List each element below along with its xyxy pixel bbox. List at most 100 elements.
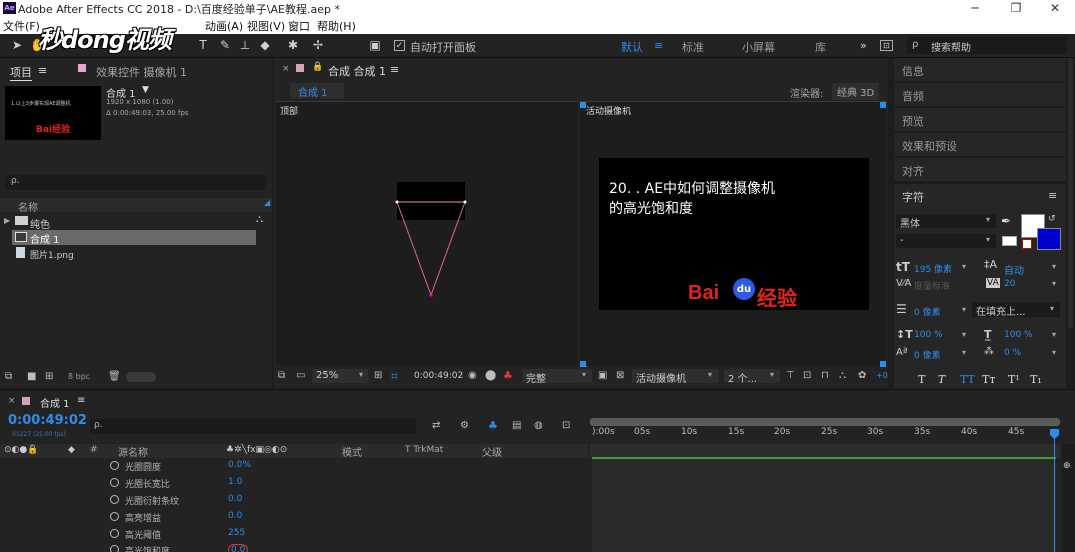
panel-preview[interactable]: 预览 <box>894 108 1066 131</box>
pixel-aspect-icon[interactable]: ⊤ <box>786 370 795 381</box>
col-parent[interactable]: 父级 <box>482 444 502 459</box>
list-item-selected[interactable]: 合成 1 <box>12 230 256 246</box>
eyedropper-icon[interactable]: ✒ <box>1001 214 1011 228</box>
tab-project[interactable]: 项目 <box>10 64 32 81</box>
reset-exposure-icon[interactable]: ⊡ <box>803 370 811 381</box>
prop-value[interactable]: 255 <box>228 528 245 538</box>
region-of-interest-icon[interactable]: ⌗ <box>391 369 398 384</box>
stroke-width-chevron-icon[interactable]: ▾ <box>962 305 966 314</box>
right-scrollbar[interactable] <box>1068 58 1073 328</box>
shy-layers-icon[interactable]: ♣ <box>488 419 498 432</box>
camera-chevron-icon[interactable]: ▾ <box>708 370 712 379</box>
tab-composition[interactable]: 合成 合成 1 <box>328 63 386 79</box>
playhead-handle[interactable] <box>1050 429 1059 439</box>
type-tool-icon[interactable]: T <box>196 38 210 52</box>
snapshot-icon[interactable]: ◉ <box>468 370 477 381</box>
font-style-chevron-icon[interactable]: ▾ <box>986 235 990 244</box>
layer-bar-area[interactable] <box>592 459 1056 552</box>
time-ruler[interactable] <box>590 444 1060 458</box>
project-search-input[interactable]: ρ. <box>5 175 266 190</box>
help-search-input[interactable]: 搜索帮助 <box>931 39 971 54</box>
prop-value[interactable]: 0.0 <box>228 511 242 521</box>
top-view[interactable]: 顶部 <box>276 101 587 367</box>
panel-effects-presets[interactable]: 效果和预设 <box>894 133 1066 156</box>
color-channel-icon[interactable]: ♣ <box>503 369 513 382</box>
camera-wireframe[interactable] <box>276 102 578 367</box>
timeline-menu-icon[interactable]: ≡ <box>77 395 85 406</box>
menu-view[interactable]: 视图(V) <box>247 18 285 34</box>
flowchart-viewer-icon[interactable]: ⛬ <box>839 370 846 381</box>
stopwatch-icon[interactable] <box>110 461 119 470</box>
comp-panel-menu-icon[interactable]: ≡ <box>390 63 399 76</box>
workspace-default[interactable]: 默认 <box>621 39 643 55</box>
close-timeline-tab-icon[interactable]: × <box>8 396 16 406</box>
lock-icon[interactable]: 🔒 <box>312 62 323 72</box>
playhead-line[interactable] <box>1054 431 1055 552</box>
workspace-small-screen[interactable]: 小屏幕 <box>742 39 775 55</box>
horizontal-scale-chevron-icon[interactable]: ▾ <box>1052 330 1056 339</box>
roto-brush-icon[interactable]: ✱ <box>286 38 300 52</box>
baseline-shift-chevron-icon[interactable]: ▾ <box>962 348 966 357</box>
panel-audio[interactable]: 音频 <box>894 83 1066 106</box>
leading-value[interactable]: 自动 <box>1004 262 1024 277</box>
prop-value[interactable]: 0.0% <box>228 460 251 470</box>
close-button[interactable]: ✕ <box>1035 0 1075 16</box>
brush-tool-icon[interactable]: ✎ <box>218 38 232 52</box>
zoom-chevron-icon[interactable]: ▾ <box>359 370 363 379</box>
bpc-label[interactable]: 8 bpc <box>68 372 90 381</box>
eraser-tool-icon[interactable]: ◆ <box>258 38 272 52</box>
work-area-bar[interactable] <box>590 418 1060 426</box>
no-fill-swatch[interactable] <box>1002 236 1017 246</box>
exposure-value-icon[interactable]: +0 <box>876 371 888 380</box>
zoom-out-icon[interactable]: ⊕ <box>1063 461 1071 471</box>
list-item[interactable]: 图片1.png <box>12 246 256 261</box>
close-tab-icon[interactable]: × <box>282 64 290 74</box>
tsume-chevron-icon[interactable]: ▾ <box>1052 348 1056 357</box>
timeline-search-input[interactable]: ρ. <box>90 419 416 434</box>
subscript-button[interactable]: T₁ <box>1030 373 1042 386</box>
comp-mini-flowchart-icon[interactable]: ⇄ <box>432 420 440 431</box>
menu-help[interactable]: 帮助(H) <box>317 18 356 34</box>
interpret-footage-icon[interactable]: ⧉ <box>5 371 12 382</box>
selection-tool-icon[interactable]: ➤ <box>10 38 24 52</box>
no-stroke-swatch[interactable] <box>1022 239 1032 249</box>
tab-timeline-comp[interactable]: 合成 1 <box>40 395 70 410</box>
resolution-icon[interactable]: ⊞ <box>374 370 382 381</box>
menu-window[interactable]: 窗口 <box>288 18 310 34</box>
col-mode[interactable]: 模式 <box>342 444 362 459</box>
faux-bold-button[interactable]: T <box>918 373 925 386</box>
panel-align[interactable]: 对齐 <box>894 158 1066 181</box>
menu-animation[interactable]: 动画(A) <box>205 18 243 34</box>
workspace-library[interactable]: 库 <box>815 39 826 55</box>
stroke-width-value[interactable]: 0 像素 <box>914 305 941 318</box>
tab-effect-controls[interactable]: 效果控件 摄像机 1 <box>96 64 187 80</box>
viewer-timecode[interactable]: 0:00:49:02 <box>414 371 463 381</box>
comp-dropdown-icon[interactable]: ▼ <box>142 85 149 95</box>
fast-preview-icon[interactable]: ▣ <box>598 370 607 381</box>
workspace-menu-icon[interactable]: ≡ <box>654 39 663 52</box>
trash-icon[interactable]: 🗑 <box>108 371 121 382</box>
stopwatch-icon[interactable] <box>110 545 119 552</box>
more-workspaces-button[interactable]: » <box>860 39 867 52</box>
show-snapshot-icon[interactable]: ⬤ <box>485 370 496 381</box>
swap-colors-icon[interactable]: ↺ <box>1048 214 1056 224</box>
expand-icon[interactable]: ▶ <box>4 216 10 225</box>
active-camera-view[interactable]: 活动摄像机 20. . AE中如何调整摄像机 的高光饱和度 Bai du 经验 <box>580 101 886 367</box>
col-trkmat[interactable]: T TrkMat <box>405 445 443 455</box>
puppet-pin-icon[interactable]: ✢ <box>311 38 325 52</box>
new-folder-icon[interactable]: ■ <box>27 371 36 382</box>
leading-chevron-icon[interactable]: ▾ <box>1052 262 1056 271</box>
flowchart-icon[interactable]: ⛬ <box>256 214 263 225</box>
baseline-shift-value[interactable]: 0 像素 <box>914 348 941 361</box>
minimize-button[interactable]: ─ <box>955 0 995 16</box>
transparency-grid-icon[interactable]: ⊠ <box>616 370 624 381</box>
auto-open-checkbox[interactable]: ✓ <box>394 40 405 51</box>
panel-menu-icon[interactable]: ≡ <box>38 64 47 77</box>
always-preview-icon[interactable]: ⧉ <box>278 370 285 381</box>
motion-blur-icon[interactable]: ◍ <box>534 420 543 431</box>
tsume-value[interactable]: 0 % <box>1004 348 1021 358</box>
kerning-value[interactable]: 度量标准 <box>914 279 950 292</box>
views-chevron-icon[interactable]: ▾ <box>770 370 774 379</box>
timeline-timecode[interactable]: 0:00:49:02 <box>8 413 87 428</box>
workspace-toggle-icon[interactable]: ⊡ <box>880 40 893 51</box>
